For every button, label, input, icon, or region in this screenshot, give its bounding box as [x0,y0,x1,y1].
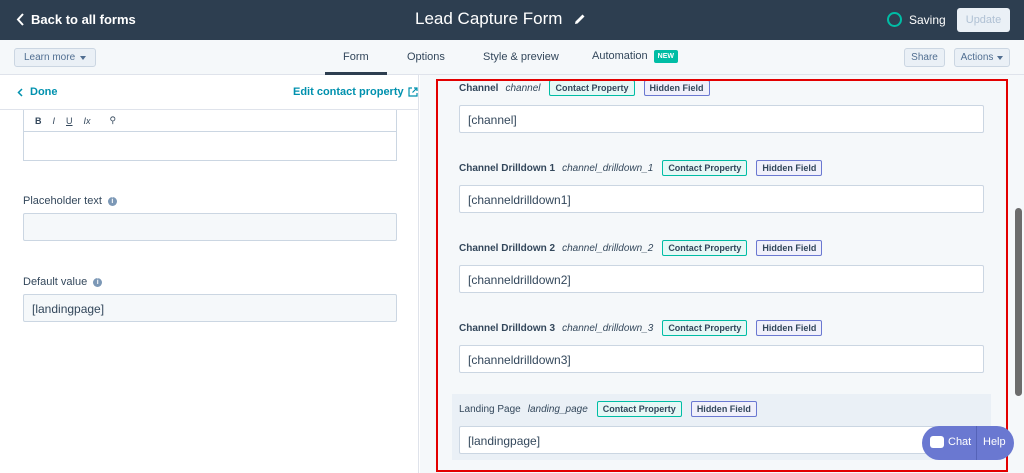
italic-button[interactable]: I [53,116,56,126]
placeholder-text-label: Placeholder text i [23,195,117,207]
chat-label[interactable]: Chat [948,436,971,448]
default-value-label: Default value i [23,276,103,288]
field-settings-panel: Done Edit contact property B I U Ix ⚲ Pl… [0,75,419,473]
form-title-area[interactable]: Lead Capture Form [415,9,586,29]
underline-button[interactable]: U [66,116,73,126]
external-link-icon [408,87,418,97]
help-label[interactable]: Help [983,436,1006,448]
clear-format-button[interactable]: Ix [84,116,91,126]
top-bar: Back to all forms Lead Capture Form Savi… [0,0,1024,40]
update-button[interactable]: Update [957,8,1010,32]
tab-options[interactable]: Options [407,51,445,63]
back-label: Back to all forms [31,12,136,27]
chevron-left-icon [17,87,23,97]
tab-automation[interactable]: Automation NEW [592,50,678,63]
panel-header: Done Edit contact property [0,75,419,110]
tab-automation-label: Automation [592,50,648,62]
form-title[interactable]: Lead Capture Form [415,9,562,29]
new-badge: NEW [653,50,678,63]
edit-contact-property-label: Edit contact property [293,86,404,98]
bold-button[interactable]: B [35,116,42,126]
back-to-forms-link[interactable]: Back to all forms [16,12,136,27]
red-highlight-box [436,79,1008,472]
edit-contact-property-link[interactable]: Edit contact property [293,86,418,98]
done-label: Done [30,86,58,98]
learn-more-dropdown[interactable]: Learn more [14,48,97,67]
done-button[interactable]: Done [17,86,58,98]
caret-down-icon [80,55,87,60]
tab-style-preview[interactable]: Style & preview [483,51,559,63]
rich-text-editor[interactable]: B I U Ix ⚲ [23,110,397,161]
default-value-label-text: Default value [23,276,88,288]
learn-more-label: Learn more [24,52,76,63]
pencil-icon[interactable] [574,13,586,25]
editor-tabs-bar: Learn more Form Options Style & preview … [0,40,1024,75]
actions-dropdown[interactable]: Actions [954,48,1010,67]
share-button[interactable]: Share [904,48,945,67]
link-button[interactable]: ⚲ [110,115,117,126]
info-icon[interactable]: i [93,277,103,287]
saving-spinner-icon [887,12,902,27]
chevron-left-icon [16,13,24,26]
rich-text-toolbar: B I U Ix ⚲ [24,110,396,132]
scrollbar-thumb[interactable] [1015,208,1022,396]
actions-label: Actions [960,52,994,63]
save-status: Saving [887,12,946,27]
chat-widget[interactable]: Chat Help [922,426,1014,460]
chat-divider [976,426,977,460]
chat-bubble-icon [930,436,944,448]
default-value-input[interactable]: [landingpage] [23,294,397,322]
save-status-label: Saving [909,12,946,27]
placeholder-text-input[interactable] [23,213,397,241]
info-icon[interactable]: i [107,196,117,206]
tab-form[interactable]: Form [343,51,369,63]
placeholder-text-label-text: Placeholder text [23,195,102,207]
caret-down-icon [997,55,1004,60]
